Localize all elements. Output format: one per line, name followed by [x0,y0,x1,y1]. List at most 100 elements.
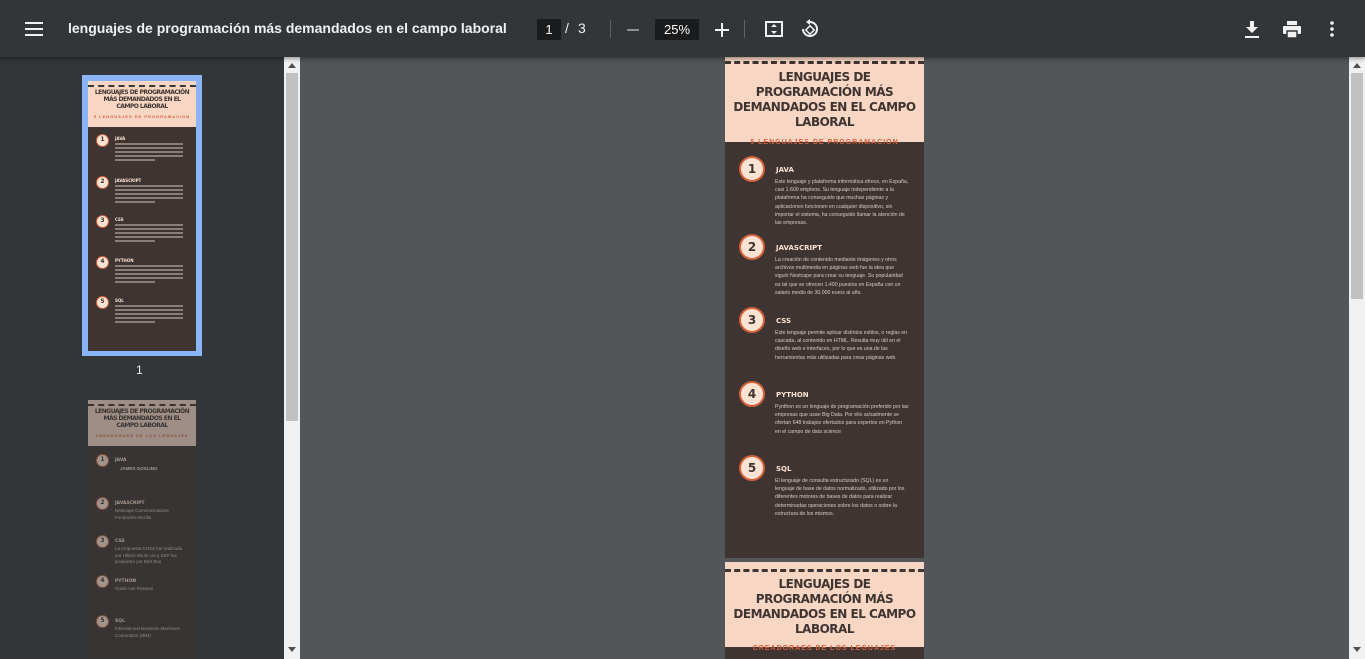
text-line-placeholder [115,155,183,157]
thumbnail-item-title: JAVASCRIPT [115,178,142,183]
text-line-placeholder [115,317,183,319]
thumbnail-item-badge: 3 [96,535,109,548]
thumbnail-item-title: JAVASCRIPT [115,501,145,506]
dashed-line [725,61,924,64]
text-line-placeholder [115,197,183,199]
main-scrollbar-thumb[interactable] [1351,73,1363,299]
thumbnail-item-badge: 4 [96,256,109,269]
hamburger-menu-icon[interactable] [22,18,46,40]
text-line-placeholder [115,151,183,153]
item-title: JAVA [776,166,794,174]
fit-page-icon[interactable] [763,18,785,40]
item-description: Pynthon es un lenguaje de programación p… [775,404,909,435]
item-description: Este lenguaje permite aplicar distintos … [775,330,908,361]
toolbar-divider [744,20,745,38]
thumbnail-item-description: Guido van Rossum [115,586,154,591]
zoom-input[interactable]: 25% [655,19,699,40]
item-description: La creación de contenido mediante imágen… [775,257,903,296]
text-line-placeholder [115,236,183,238]
thumbnail-item-badge: 2 [96,497,109,510]
scroll-up-arrow-icon[interactable] [288,63,296,68]
document-page-2: LENGUAJES DE PROGRAMACIÓN MÁS DEMANDADOS… [725,562,924,659]
thumbnail-item-title: JAVA [115,458,127,463]
page-title: LENGUAJES DE PROGRAMACIÓN MÁS DEMANDADOS… [733,70,916,129]
sidebar-scrollbar-thumb[interactable] [286,73,298,421]
text-line-placeholder [115,313,183,315]
text-line-placeholder [115,273,183,275]
toolbar-divider [610,20,611,38]
thumbnail-subtitle: CREADORAES DE LOS LEGUAJES [95,433,189,438]
thumbnail-item-badge: 5 [96,296,109,309]
text-line-placeholder [115,269,183,271]
item-description: Este lenguaje y plataforma informática o… [775,179,909,227]
current-page-input[interactable]: 1 [537,19,561,40]
page-separator: / [565,20,569,36]
thumbnail-page-number: 1 [136,363,143,377]
total-pages: 3 [578,20,586,36]
thumbnail-item-description: JAMES GOSLING [120,466,158,471]
page-title: LENGUAJES DE PROGRAMACIÓN MÁS DEMANDADOS… [733,577,916,636]
minus-icon[interactable] [622,19,644,41]
more-vert-icon[interactable] [1321,18,1343,40]
thumbnail-item-title: PYTHON [115,579,136,584]
text-line-placeholder [115,240,155,242]
item-number-badge: 4 [739,381,765,407]
thumbnail-header: LENGUAJES DE PROGRAMACIÓN MÁS DEMANDADOS… [88,81,196,127]
scroll-up-arrow-icon[interactable] [1353,63,1361,68]
thumbnail-item-badge: 4 [96,575,109,588]
dashed-line [725,569,924,572]
thumbnail-item-badge: 1 [96,454,109,467]
thumbnail-header: LENGUAJES DE PROGRAMACIÓN MÁS DEMANDADOS… [88,400,196,446]
thumbnail-page-1[interactable]: LENGUAJES DE PROGRAMACIÓN MÁS DEMANDADOS… [88,81,196,351]
item-title: CSS [776,317,792,325]
rotate-icon[interactable] [799,18,821,40]
text-line-placeholder [115,321,155,323]
thumbnail-item-badge: 2 [96,176,109,189]
text-line-placeholder [115,201,155,203]
page-subtitle: CREADORAES DE LOS LEGUAJES [752,645,897,652]
thumbnail-page-2[interactable]: LENGUAJES DE PROGRAMACIÓN MÁS DEMANDADOS… [88,400,196,659]
item-number-badge: 1 [739,156,765,182]
thumbnail-item-title: SQL [115,619,125,624]
thumbnail-item-title: CSS [115,539,125,544]
text-line-placeholder [115,277,183,279]
thumbnail-item-title: JAVA [115,136,126,141]
plus-icon[interactable] [711,19,733,41]
thumbnail-subtitle: 5 LENGUAJES DE PROGRAMACION [93,114,191,119]
text-line-placeholder [115,143,183,145]
thumbnail-item-title: CSS [115,217,124,222]
page-header: LENGUAJES DE PROGRAMACIÓN MÁS DEMANDADOS… [725,562,924,652]
dashed-line [88,85,196,87]
item-title: SQL [776,465,792,473]
item-description: El lenguaje de consulta estructurado (SQ… [775,478,905,517]
item-number-badge: 3 [739,307,765,333]
text-line-placeholder [115,193,183,195]
text-line-placeholder [115,305,183,307]
item-title: PYTHON [776,391,809,399]
page-header: LENGUAJES DE PROGRAMACIÓN MÁS DEMANDADOS… [725,57,924,146]
text-line-placeholder [115,159,155,161]
thumbnail-item-title: PYTHON [115,258,134,263]
scroll-down-arrow-icon[interactable] [1353,647,1361,652]
text-line-placeholder [115,224,183,226]
dashed-line [88,404,196,406]
document-page-1: LENGUAJES DE PROGRAMACIÓN MÁS DEMANDADOS… [725,57,924,558]
print-icon[interactable] [1281,18,1303,40]
text-line-placeholder [115,281,155,283]
item-number-badge: 2 [739,234,765,260]
thumbnail-item-description: International Business Machines Corporat… [115,626,180,638]
text-line-placeholder [115,228,183,230]
text-line-placeholder [115,185,183,187]
pdf-toolbar: lenguajes de programación más demandados… [0,0,1365,57]
page-subtitle: 5 LENGUAJES DE PROGRAMACION [750,139,899,146]
text-line-placeholder [115,189,183,191]
text-line-placeholder [115,265,183,267]
scroll-down-arrow-icon[interactable] [288,647,296,652]
item-number-badge: 5 [739,455,765,481]
item-title: JAVASCRIPT [776,244,822,252]
thumbnail-item-title: SQL [115,298,124,303]
thumbnail-item-badge: 3 [96,215,109,228]
thumbnail-item-description: La propuesta CHSS fue realizada por Håko… [115,546,183,564]
download-icon[interactable] [1241,18,1263,40]
text-line-placeholder [115,147,183,149]
